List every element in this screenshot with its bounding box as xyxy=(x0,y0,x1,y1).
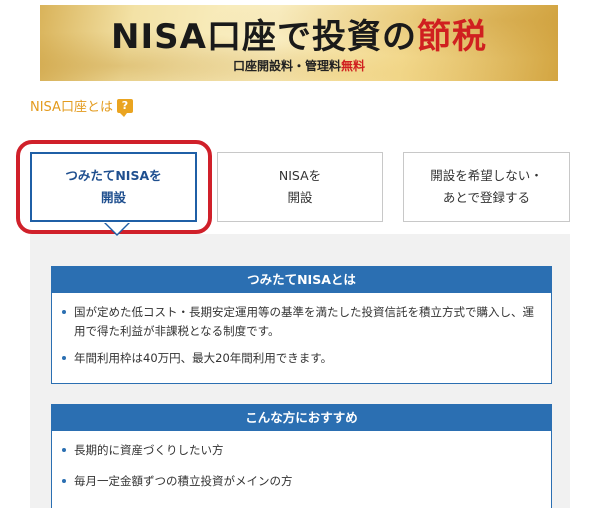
list-item: 国が定めた低コスト・長期安定運用等の基準を満たした投資信託を積立方式で購入し、運… xyxy=(62,303,539,341)
card-list: 長期的に資産づくりしたい方 毎月一定金額ずつの積立投資がメインの方 xyxy=(52,431,551,491)
banner-title: NISA口座で投資の節税 xyxy=(40,9,558,58)
tsumitate-info-card: つみたてNISAとは 国が定めた低コスト・長期安定運用等の基準を満たした投資信託… xyxy=(51,266,552,384)
list-item: 長期的に資産づくりしたい方 xyxy=(62,441,539,460)
banner-title-accent: 節税 xyxy=(416,17,487,57)
what-is-nisa-label: NISA口座とは xyxy=(30,100,113,115)
banner-subtitle-free: 無料 xyxy=(341,59,366,73)
selection-pointer xyxy=(105,222,129,234)
list-item: 年間利用枠は40万円、最大20年間利用できます。 xyxy=(62,349,539,368)
banner-subtitle-main: 口座開設料・管理料 xyxy=(232,59,341,73)
banner-subtitle: 口座開設料・管理料無料 xyxy=(40,57,558,74)
card-title: こんな方におすすめ xyxy=(52,405,551,431)
what-is-nisa-link[interactable]: NISA口座とは ? xyxy=(30,96,133,117)
help-icon[interactable]: ? xyxy=(116,98,133,117)
list-item: 毎月一定金額ずつの積立投資がメインの方 xyxy=(62,472,539,491)
card-list: 国が定めた低コスト・長期安定運用等の基準を満たした投資信託を積立方式で購入し、運… xyxy=(52,293,551,368)
option-nisa-button[interactable]: NISAを 開設 xyxy=(217,152,383,222)
banner-title-main: NISA口座で投資の xyxy=(111,17,417,57)
option-later-button[interactable]: 開設を希望しない・ あとで登録する xyxy=(403,152,570,222)
recommend-card: こんな方におすすめ 長期的に資産づくりしたい方 毎月一定金額ずつの積立投資がメイ… xyxy=(51,404,552,508)
option-tsumitate-nisa-button[interactable]: つみたてNISAを 開設 xyxy=(30,152,197,222)
nisa-banner: NISA口座で投資の節税 口座開設料・管理料無料 xyxy=(40,5,558,81)
card-title: つみたてNISAとは xyxy=(52,267,551,293)
